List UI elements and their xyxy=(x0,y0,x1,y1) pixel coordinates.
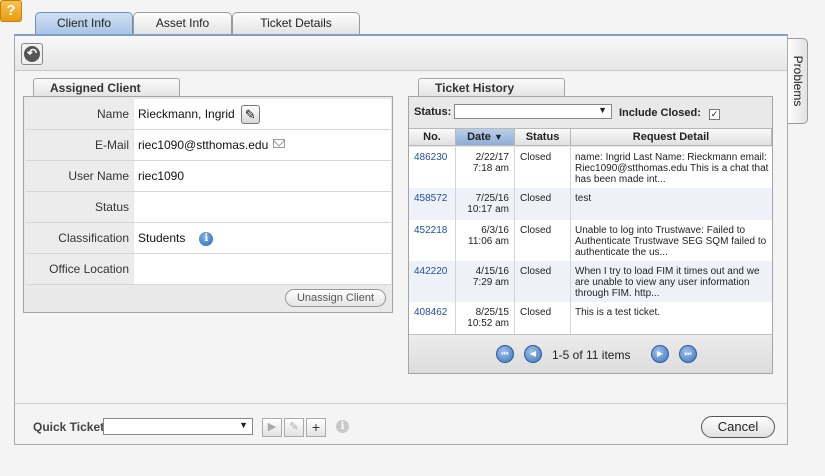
ticket-number-link[interactable]: 486230 xyxy=(409,147,456,188)
table-row[interactable]: 408462 8/25/15 10:52 am Closed This is a … xyxy=(409,302,772,334)
ticket-number-link[interactable]: 452218 xyxy=(409,220,456,261)
client-email: riec1090@stthomas.edu xyxy=(138,138,269,152)
tab-client-info[interactable]: Client Info xyxy=(35,12,133,35)
edit-pencil-icon[interactable]: ✎ xyxy=(240,105,260,125)
name-label: Name xyxy=(26,99,133,129)
column-header-request-detail[interactable]: Request Detail xyxy=(571,128,772,146)
toolbar xyxy=(15,36,787,71)
client-name: Rieckmann, Ingrid xyxy=(138,107,235,121)
pager-status: 1-5 of 11 items xyxy=(552,348,631,362)
table-row[interactable]: 486230 2/22/17 7:18 am Closed name: Ingri… xyxy=(409,147,772,188)
ticket-request-detail: Unable to log into Trustwave: Failed to … xyxy=(575,225,767,258)
ticket-number-link[interactable]: 458572 xyxy=(409,188,456,220)
ticket-request-detail: test xyxy=(575,193,592,204)
add-icon[interactable]: + xyxy=(306,418,326,437)
first-page-icon[interactable]: ⏮ xyxy=(496,345,514,363)
client-row-email: E-Mail riec1090@stthomas.edu xyxy=(26,130,391,161)
status-value xyxy=(134,192,391,222)
next-page-icon[interactable]: ▶ xyxy=(651,345,669,363)
status-filter-label: Status: xyxy=(414,106,452,118)
ticket-date: 7/25/16 10:17 am xyxy=(456,188,515,220)
classification-value: Students i xyxy=(134,223,391,253)
column-header-status[interactable]: Status xyxy=(515,128,571,146)
email-label: E-Mail xyxy=(26,130,133,160)
ticket-number-link[interactable]: 408462 xyxy=(409,302,456,334)
classification-text: Students xyxy=(138,231,186,245)
include-closed-checkbox[interactable]: ✓ xyxy=(709,109,720,120)
ticket-request-detail: When I try to load FIM it times out and … xyxy=(575,266,760,299)
ticket-status: Closed xyxy=(515,302,571,334)
info-icon[interactable]: i xyxy=(336,420,349,433)
username-label: User Name xyxy=(26,161,133,191)
name-value: Rieckmann, Ingrid ✎ xyxy=(134,99,391,129)
ticket-request-detail: name: Ingrid Last Name: Rieckmann email:… xyxy=(575,152,769,185)
client-row-classification: Classification Students i xyxy=(26,223,391,254)
sort-desc-icon: ▼ xyxy=(493,132,503,142)
ticket-date-time: 7:29 am xyxy=(472,277,509,288)
play-icon[interactable]: ▶ xyxy=(262,418,282,437)
previous-page-icon[interactable]: ◀ xyxy=(524,345,542,363)
ticket-status: Closed xyxy=(515,220,571,261)
assigned-client-header: Assigned Client xyxy=(33,78,180,97)
tab-problems[interactable]: Problems xyxy=(788,38,808,124)
tab-asset-info[interactable]: Asset Info xyxy=(133,12,232,34)
client-row-name: Name Rieckmann, Ingrid ✎ xyxy=(26,99,391,130)
ticket-number-link[interactable]: 442220 xyxy=(409,261,456,302)
tab-ticket-details[interactable]: Ticket Details xyxy=(232,12,360,34)
help-button[interactable]: ? xyxy=(0,0,22,22)
office-location-value xyxy=(134,254,391,284)
ticket-status: Closed xyxy=(515,261,571,302)
back-button[interactable]: ↶ xyxy=(21,43,43,65)
column-header-no[interactable]: No. xyxy=(409,128,456,146)
quick-ticket-select[interactable] xyxy=(103,418,253,435)
office-location-label: Office Location xyxy=(26,254,133,284)
table-row[interactable]: 442220 4/15/16 7:29 am Closed When I try … xyxy=(409,261,772,302)
ticket-status: Closed xyxy=(515,188,571,220)
client-row-username: User Name riec1090 xyxy=(26,161,391,192)
last-page-icon[interactable]: ⏭ xyxy=(679,345,697,363)
classification-label: Classification xyxy=(26,223,133,253)
email-value: riec1090@stthomas.edu xyxy=(134,130,391,160)
table-row[interactable]: 458572 7/25/16 10:17 am Closed test xyxy=(409,188,772,220)
ticket-date-time: 10:17 am xyxy=(467,204,509,215)
ticket-request-detail: This is a test ticket. xyxy=(575,307,661,318)
ticket-date-day: 4/15/16 xyxy=(475,266,509,277)
username-value: riec1090 xyxy=(134,161,391,191)
unassign-client-button[interactable]: Unassign Client xyxy=(285,289,386,307)
include-closed-label: Include Closed: xyxy=(619,107,701,119)
mail-icon[interactable] xyxy=(273,139,285,148)
ticket-date-time: 7:18 am xyxy=(472,163,509,174)
ticket-date: 8/25/15 10:52 am xyxy=(456,302,515,334)
ticket-date-time: 10:52 am xyxy=(467,318,509,329)
edit-pencil-icon[interactable]: ✎ xyxy=(284,418,304,437)
client-row-status: Status xyxy=(26,192,391,223)
ticket-status: Closed xyxy=(515,147,571,188)
ticket-date: 2/22/17 7:18 am xyxy=(456,147,515,188)
column-header-date[interactable]: Date ▼ xyxy=(456,128,515,146)
assigned-client-panel: Name Rieckmann, Ingrid ✎ E-Mail riec1090@… xyxy=(23,96,393,313)
quick-ticket-label: Quick Ticket xyxy=(33,420,105,434)
ticket-date-day: 8/25/15 xyxy=(475,307,509,318)
table-row[interactable]: 452218 6/3/16 11:06 am Closed Unable to l… xyxy=(409,220,772,261)
status-label: Status xyxy=(26,192,133,222)
client-row-office: Office Location xyxy=(26,254,391,285)
info-icon[interactable]: i xyxy=(199,231,214,246)
date-header-label: Date xyxy=(467,131,491,143)
status-filter-select[interactable] xyxy=(454,104,612,119)
ticket-history-header: Ticket History xyxy=(418,78,565,97)
cancel-button[interactable]: Cancel xyxy=(701,416,775,438)
ticket-date-day: 6/3/16 xyxy=(481,225,509,236)
ticket-date-day: 7/25/16 xyxy=(475,193,509,204)
ticket-date-day: 2/22/17 xyxy=(475,152,509,163)
ticket-date: 4/15/16 7:29 am xyxy=(456,261,515,302)
divider xyxy=(787,124,788,445)
back-arrow-icon: ↶ xyxy=(24,46,40,62)
ticket-date: 6/3/16 11:06 am xyxy=(456,220,515,261)
ticket-date-time: 11:06 am xyxy=(468,236,509,247)
tab-problems-label: Problems xyxy=(791,55,805,107)
